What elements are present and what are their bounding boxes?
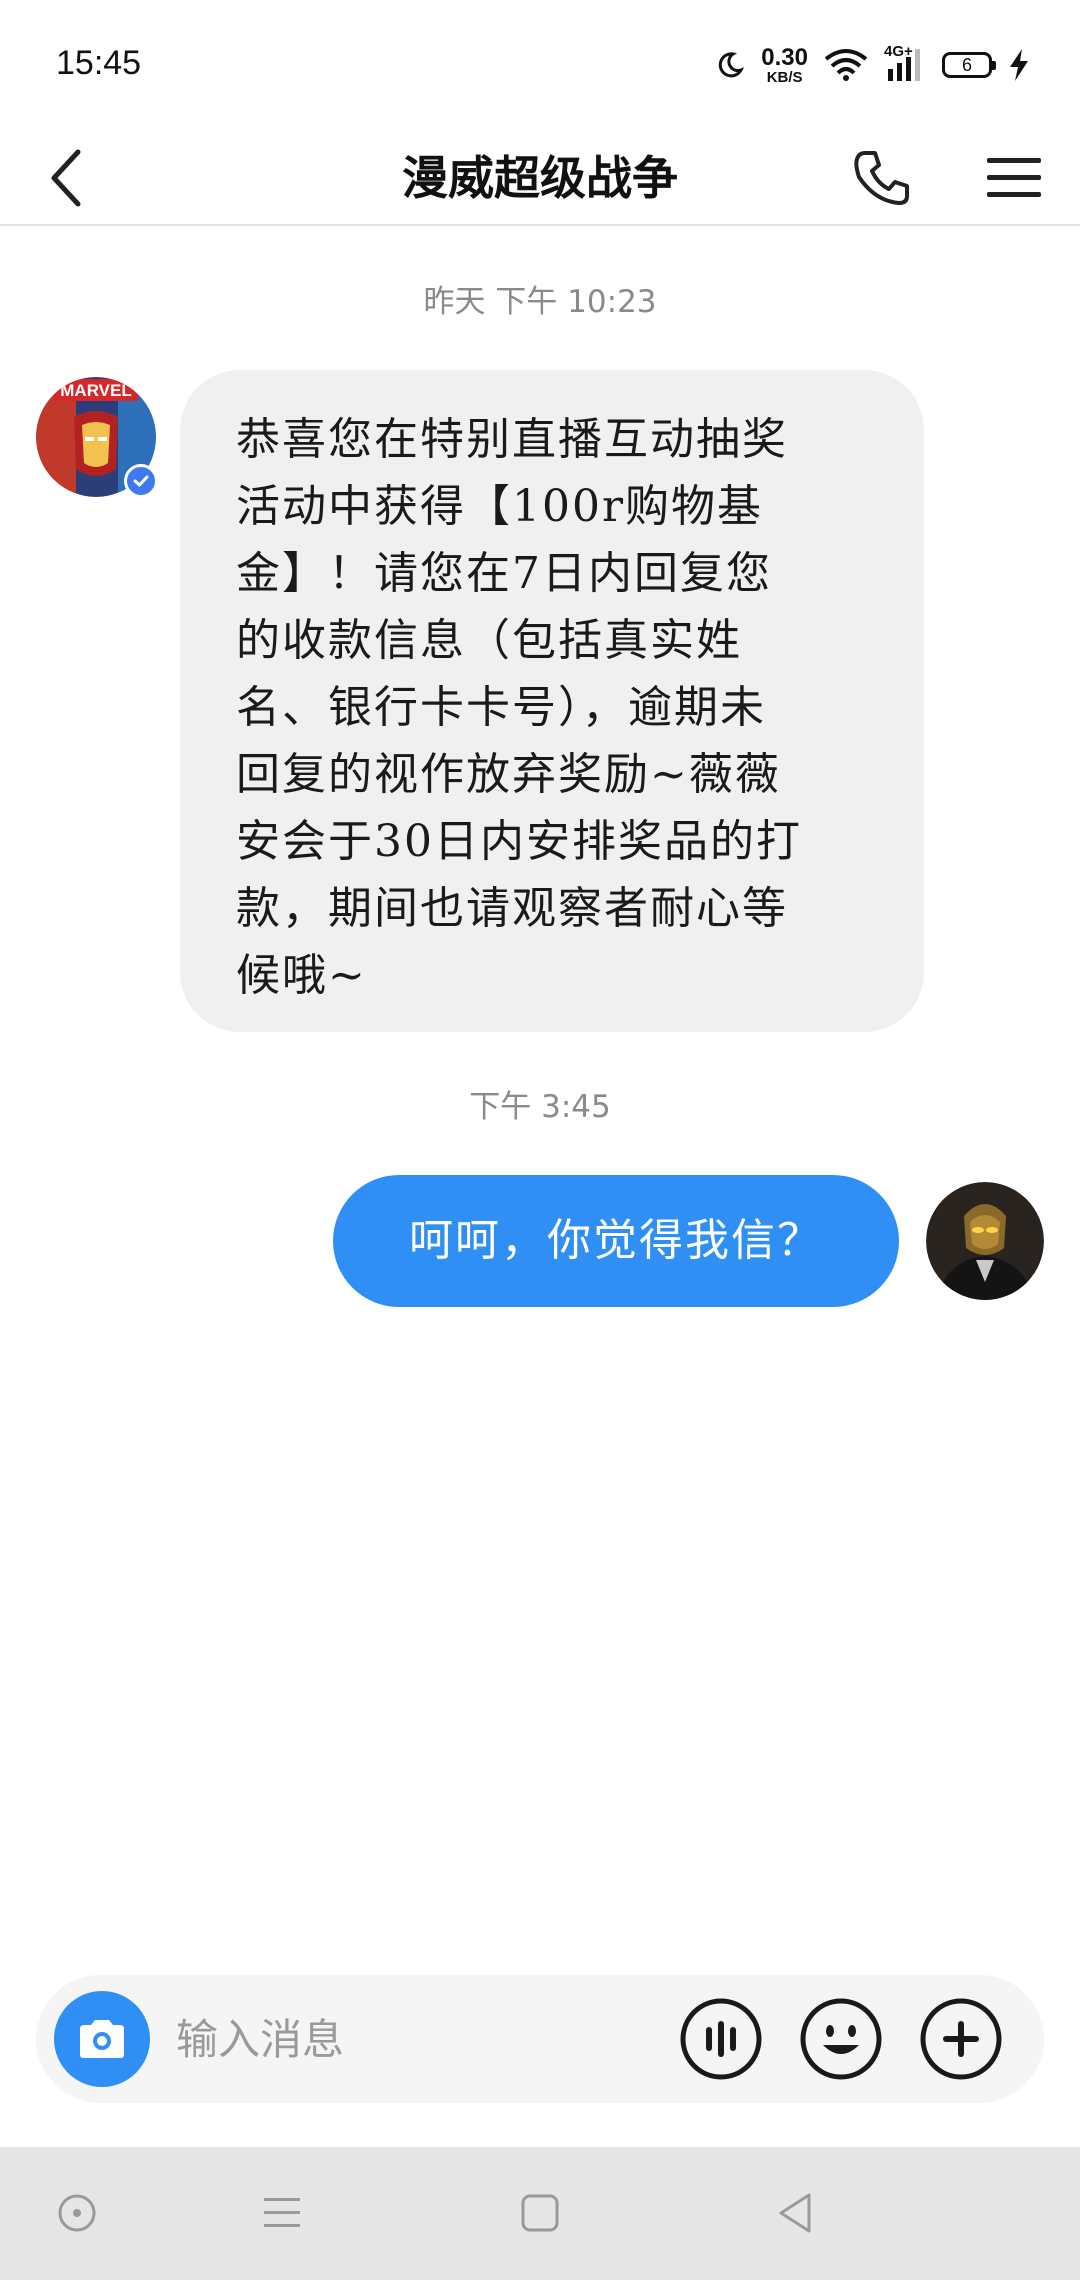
home-icon — [521, 2194, 559, 2232]
assistant-icon — [58, 2194, 96, 2232]
message-line: 候哦~ — [236, 950, 367, 1001]
moon-icon — [719, 52, 745, 78]
recent-apps-button[interactable] — [250, 2181, 314, 2245]
message-line: 回复的视作放弃奖励~薇薇 — [236, 749, 781, 800]
chat-title: 漫威超级战争 — [402, 151, 678, 205]
back-nav-button[interactable] — [763, 2181, 827, 2245]
back-icon — [779, 2193, 811, 2233]
message-line: 安会于30日内安排奖品的打 — [236, 816, 802, 867]
plus-icon — [920, 1998, 1002, 2080]
status-icons: 0.30 KB/S 4G+ 6 — [715, 40, 1030, 90]
message-timestamp: 昨天 下午 10:23 — [423, 284, 657, 320]
message-text: 呵呵，你觉得我信？ — [409, 1215, 823, 1266]
back-arrow-icon — [51, 149, 81, 207]
status-bar: 15:45 0.30 KB/S 4G+ 6 — [0, 0, 1080, 130]
checkmark-icon — [133, 475, 149, 487]
message-timestamp: 下午 3:45 — [469, 1089, 611, 1125]
message-input[interactable] — [176, 1999, 656, 2079]
camera-icon — [80, 2020, 124, 2058]
phone-icon — [854, 151, 909, 205]
svg-text:MARVEL: MARVEL — [60, 381, 131, 400]
call-button[interactable] — [846, 142, 918, 214]
message-line: 恭喜您在特别直播互动抽奖 — [236, 414, 788, 465]
message-line: 名、银行卡卡号），逾期未 — [236, 682, 766, 733]
recent-apps-icon — [264, 2198, 300, 2227]
voice-button[interactable] — [679, 1997, 763, 2081]
home-button[interactable] — [508, 2181, 572, 2245]
outgoing-message-bubble[interactable]: 呵呵，你觉得我信？ — [333, 1175, 899, 1307]
verified-badge — [124, 464, 158, 498]
message-line: 款，期间也请观察者耐心等 — [236, 883, 788, 934]
more-button[interactable] — [919, 1997, 1003, 2081]
signal-icon: 4G+ — [884, 43, 926, 83]
battery-level: 6 — [961, 55, 972, 75]
message-line: 活动中获得【100r购物基 — [236, 481, 764, 532]
camera-button[interactable] — [54, 1991, 150, 2087]
chat-header: 漫威超级战争 — [0, 130, 1080, 226]
message-line: 金】！请您在7日内回复您 — [236, 548, 772, 599]
network-speed-unit: KB/S — [766, 68, 803, 86]
message-line: 的收款信息（包括真实姓 — [236, 615, 742, 666]
system-nav-bar — [0, 2147, 1080, 2280]
network-speed-value: 0.30 — [761, 43, 808, 71]
back-button[interactable] — [30, 142, 102, 214]
emoji-icon — [800, 1998, 882, 2080]
incoming-message-bubble[interactable]: 恭喜您在特别直播互动抽奖 活动中获得【100r购物基 金】！请您在7日内回复您 … — [180, 370, 924, 1032]
voice-icon — [680, 1998, 762, 2080]
message-input-bar — [36, 1975, 1044, 2103]
emoji-button[interactable] — [799, 1997, 883, 2081]
status-time: 15:45 — [56, 44, 142, 82]
charging-icon — [1010, 49, 1028, 81]
user-avatar[interactable] — [926, 1182, 1044, 1300]
menu-button[interactable] — [976, 142, 1052, 214]
battery-icon: 6 — [942, 52, 996, 78]
network-speed: 0.30 KB/S — [761, 43, 808, 86]
hamburger-menu-icon — [987, 158, 1041, 197]
assistant-button[interactable] — [45, 2181, 109, 2245]
wifi-icon — [824, 49, 868, 81]
